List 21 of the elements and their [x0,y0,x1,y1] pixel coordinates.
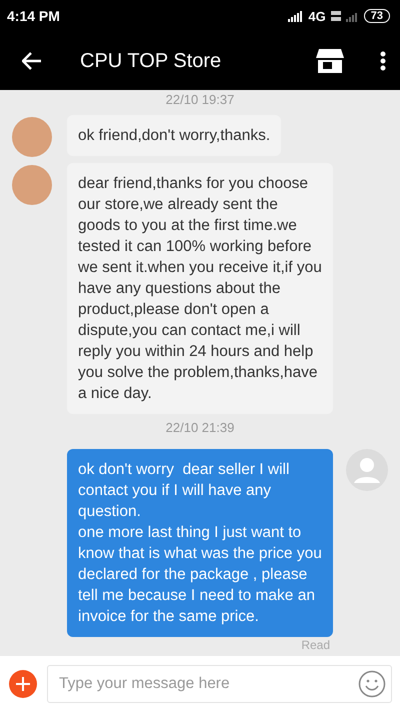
battery-level: 73 [364,9,390,23]
received-message: dear friend,thanks for you choose our store,we already sent the goods to you at the first time.we tested it can 100% working before we sent it.when you receive it,if you have any questions about the product,please don't open a dispute,you can contact me,i will reply you within 24 hours and help you solve the problem,thanks,have a nice day. [67,163,333,414]
sent-message: ok don't worry dear seller I will contact you if I will have any question. one more last thing I just want to know that is what was the price you declared for the package , please tell me because I need to make an invoice for the same price. [67,449,333,637]
message-timestamp: 22/10 19:37 [164,92,236,107]
add-button-icon[interactable] [9,670,37,698]
signal-icon [346,10,360,22]
message-timestamp: 22/10 21:39 [164,420,236,435]
avatar-placeholder [12,117,52,157]
chat-title: CPU TOP Store [80,50,222,72]
back-arrow-icon[interactable] [22,52,42,70]
read-status: Read [301,638,330,652]
network-type: 4G [308,8,326,24]
store-icon[interactable] [316,49,344,73]
received-message: ok friend,don't worry,thanks. [67,115,282,156]
signal-icon [288,10,304,22]
avatar-placeholder [12,165,52,205]
message-input[interactable]: Type your message here [47,665,392,703]
emoji-icon[interactable] [358,670,386,698]
more-options-icon[interactable] [380,51,386,71]
status-time: 4:14 PM [7,8,60,24]
user-avatar-icon [346,449,388,491]
